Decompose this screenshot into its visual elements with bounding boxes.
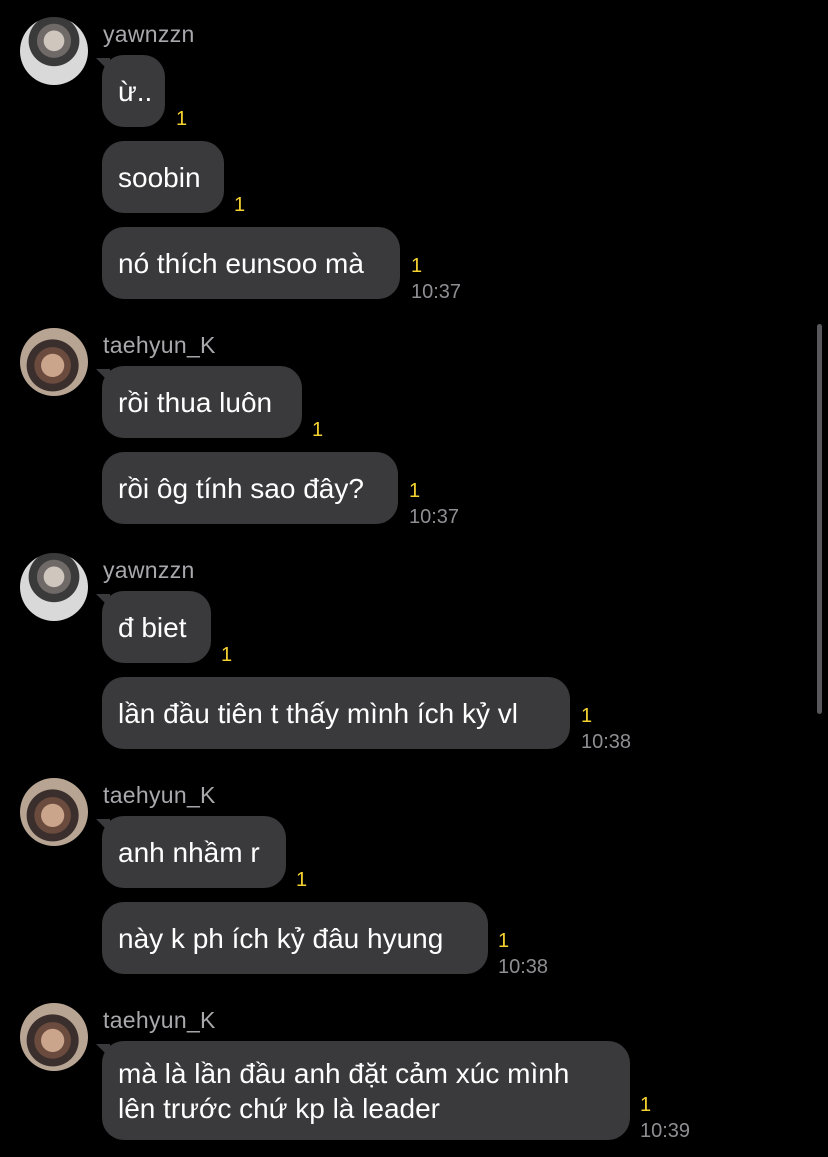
avatar[interactable] bbox=[20, 1003, 88, 1071]
unread-count: 1 bbox=[221, 644, 233, 666]
unread-count: 1 bbox=[296, 869, 308, 891]
timestamp: 10:38 bbox=[498, 956, 549, 978]
avatar[interactable] bbox=[20, 778, 88, 846]
sender-name: yawnzzn bbox=[103, 21, 195, 47]
timestamp: 10:39 bbox=[640, 1120, 691, 1142]
message-text: mà là lần đầu anh đặt cảm xúc mình lên t… bbox=[118, 1057, 570, 1124]
timestamp: 10:38 bbox=[581, 731, 632, 753]
sender-name: taehyun_K bbox=[103, 782, 216, 808]
message-bubble[interactable]: anh nhầm r bbox=[102, 816, 286, 888]
message-text: nó thích eunsoo mà bbox=[118, 247, 364, 279]
timestamp: 10:37 bbox=[411, 281, 462, 303]
message-text: ừ.. bbox=[118, 75, 153, 107]
unread-count: 1 bbox=[411, 255, 423, 277]
message-bubble[interactable]: ừ.. bbox=[102, 55, 165, 127]
message-text: rồi ôg tính sao đây? bbox=[118, 472, 364, 504]
unread-count: 1 bbox=[409, 480, 421, 502]
avatar[interactable] bbox=[20, 328, 88, 396]
sender-name: taehyun_K bbox=[103, 332, 216, 358]
message-bubble[interactable]: đ biet bbox=[102, 591, 211, 663]
scrollbar[interactable] bbox=[817, 324, 822, 714]
unread-count: 1 bbox=[581, 705, 593, 727]
message-bubble[interactable]: mà là lần đầu anh đặt cảm xúc mình lên t… bbox=[102, 1041, 630, 1140]
unread-count: 1 bbox=[498, 930, 510, 952]
unread-count: 1 bbox=[312, 419, 324, 441]
message-bubble[interactable]: rồi thua luôn bbox=[102, 366, 302, 438]
message-text: lần đầu tiên t thấy mình ích kỷ vl bbox=[118, 697, 518, 729]
message-bubble[interactable]: soobin bbox=[102, 141, 224, 213]
message-text: soobin bbox=[118, 161, 201, 193]
message-text: rồi thua luôn bbox=[118, 386, 273, 418]
message-bubble[interactable]: lần đầu tiên t thấy mình ích kỷ vl bbox=[102, 677, 570, 749]
message-text: đ biet bbox=[118, 611, 187, 643]
unread-count: 1 bbox=[640, 1094, 652, 1116]
message-text: này k ph ích kỷ đâu hyung bbox=[118, 922, 444, 954]
unread-count: 1 bbox=[234, 194, 246, 216]
sender-name: taehyun_K bbox=[103, 1007, 216, 1033]
message-bubble[interactable]: này k ph ích kỷ đâu hyung bbox=[102, 902, 488, 974]
message-text: anh nhầm r bbox=[118, 836, 260, 868]
unread-count: 1 bbox=[176, 108, 188, 130]
message-bubble[interactable]: nó thích eunsoo mà bbox=[102, 227, 400, 299]
timestamp: 10:37 bbox=[409, 506, 460, 528]
avatar[interactable] bbox=[20, 553, 88, 621]
avatar[interactable] bbox=[20, 17, 88, 85]
message-bubble[interactable]: rồi ôg tính sao đây? bbox=[102, 452, 398, 524]
sender-name: yawnzzn bbox=[103, 557, 195, 583]
